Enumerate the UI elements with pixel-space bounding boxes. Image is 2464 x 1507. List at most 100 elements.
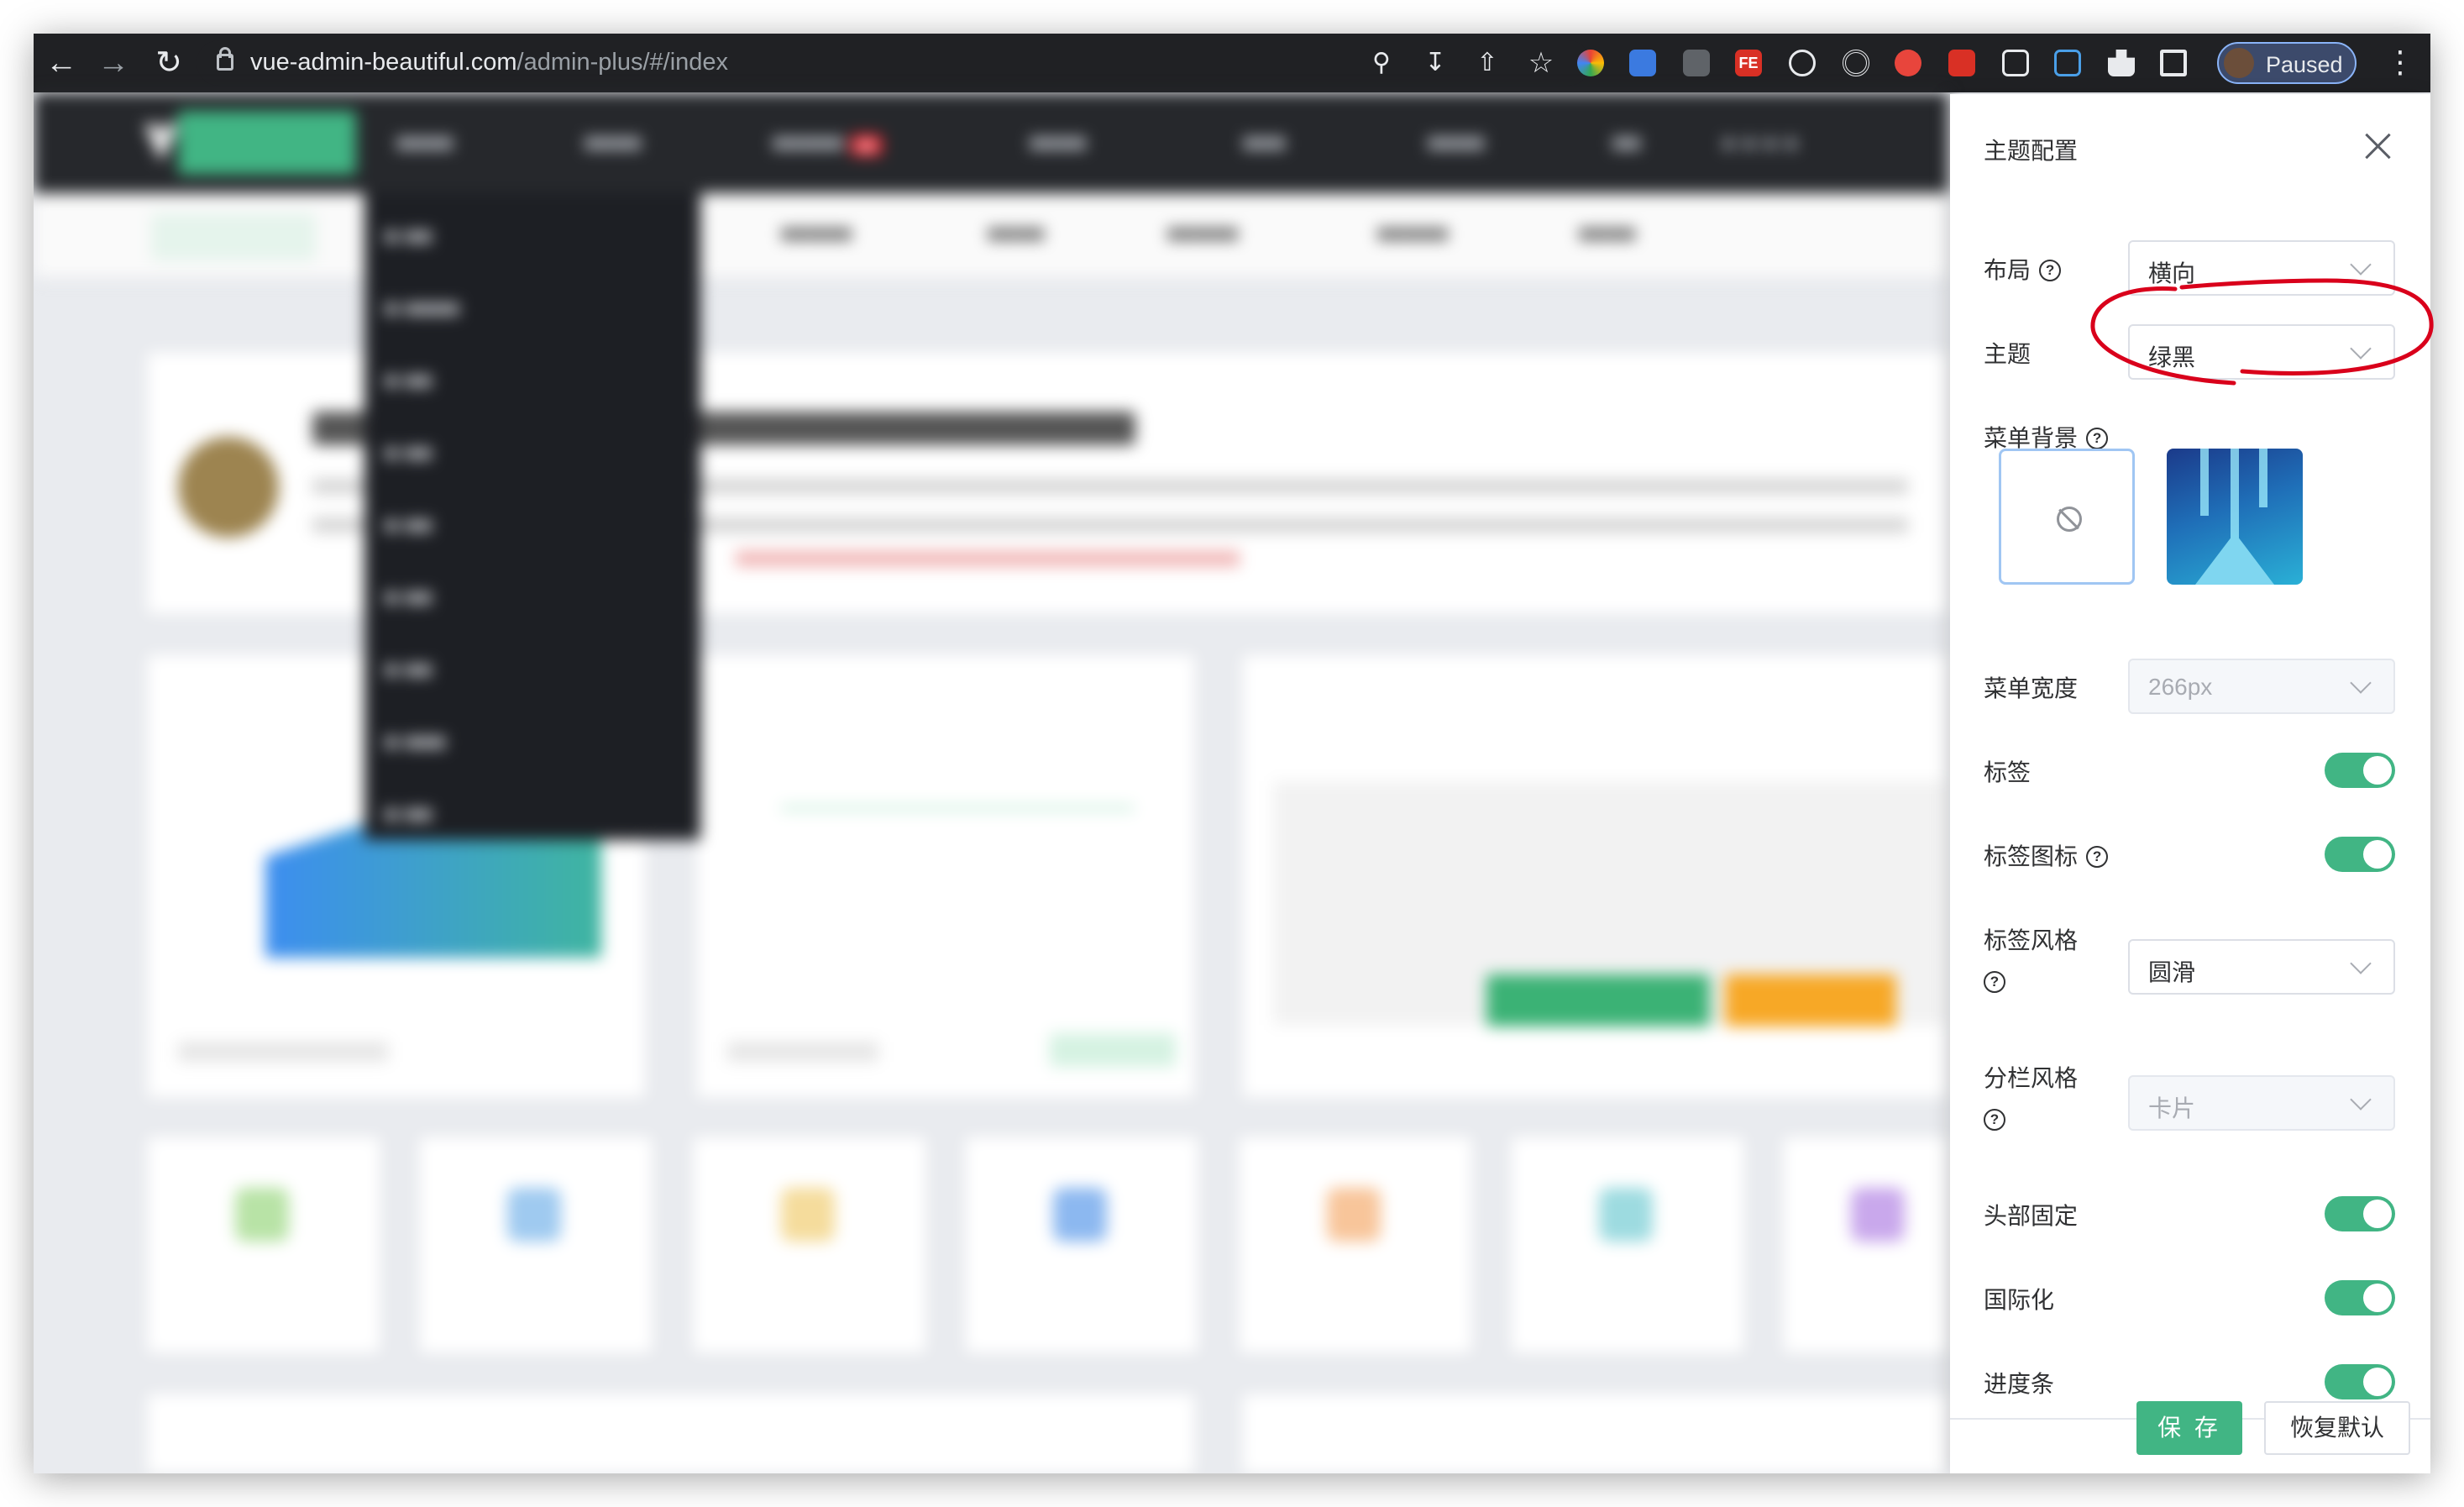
bookmark-star-icon[interactable]: ☆ bbox=[1520, 42, 1562, 84]
tab-icons-label: 标签图标? bbox=[1984, 838, 2109, 872]
map-card bbox=[148, 1394, 1194, 1473]
column-style-label-text: 分栏风格 bbox=[1984, 1065, 2079, 1091]
side-panel-icon[interactable] bbox=[2160, 50, 2187, 76]
fixed-header-label: 头部固定 bbox=[1984, 1203, 2079, 1229]
save-button[interactable]: 保 存 bbox=[2136, 1401, 2242, 1455]
nav-dropdown-menu: ■ ■■ ■ ■■■■ ■ ■■ ■ ■■ ■ ■■ ■ ■■ ■ ■■ ■ ■… bbox=[364, 193, 700, 840]
help-icon[interactable]: ? bbox=[2086, 427, 2109, 449]
blurred-app-background: ■■■■ ■■■■ ■■■■■ ■■ ■■■■ ■■■ ■■■■ ■■ ● ● ●… bbox=[34, 92, 1948, 1473]
extension-infinity-icon[interactable] bbox=[1895, 50, 1921, 76]
column-style-select: 卡片 bbox=[2128, 1075, 2395, 1131]
fixed-header-toggle[interactable] bbox=[2325, 1196, 2395, 1231]
extension-gray-icon[interactable] bbox=[1683, 50, 1710, 76]
chevron-down-icon bbox=[2350, 953, 2372, 974]
nav-item: ■■■■■ ■■ bbox=[773, 129, 883, 155]
extension-tv-icon[interactable] bbox=[2054, 50, 2081, 76]
reload-icon[interactable]: ↻ bbox=[148, 42, 190, 84]
tab: ■■■■■ bbox=[1377, 220, 1449, 246]
help-icon[interactable]: ? bbox=[1984, 1109, 2005, 1131]
toggle-knob bbox=[2363, 1368, 2392, 1396]
chevron-down-icon bbox=[2350, 672, 2372, 694]
menu-background-label-text: 菜单背景 bbox=[1984, 425, 2079, 451]
quick-card bbox=[1784, 1137, 1948, 1352]
toggle-knob bbox=[2363, 756, 2392, 785]
layout-label-text: 布局 bbox=[1984, 257, 2031, 283]
toggle-knob bbox=[2363, 1200, 2392, 1228]
annotation-circle bbox=[2090, 278, 2434, 386]
tab-icons-label-text: 标签图标 bbox=[1984, 843, 2079, 869]
chevron-down-icon bbox=[2350, 1089, 2372, 1111]
column-style-label: 分栏风格? bbox=[1984, 1060, 2078, 1132]
menu-background-image-option[interactable] bbox=[2167, 449, 2303, 585]
nav-home bbox=[178, 111, 356, 175]
reset-default-button[interactable]: 恢复默认 bbox=[2264, 1401, 2410, 1455]
extension-target-icon[interactable] bbox=[1843, 50, 1869, 76]
back-arrow-icon[interactable]: ← bbox=[40, 42, 82, 84]
quick-card bbox=[1240, 1137, 1471, 1352]
tab: ■■■■ bbox=[1579, 220, 1636, 246]
help-icon[interactable]: ? bbox=[2039, 259, 2062, 281]
tab-style-value: 圆滑 bbox=[2148, 959, 2196, 985]
profile-button[interactable]: Paused bbox=[2217, 42, 2357, 84]
url-text: vue-admin-beautiful.com/admin-plus/#/ind… bbox=[250, 49, 728, 76]
nav-item: ■■ bbox=[1612, 129, 1641, 155]
tab-style-label: 标签风格? bbox=[1984, 922, 2078, 995]
url-host: vue-admin-beautiful.com bbox=[250, 49, 517, 76]
url-path: /admin-plus/#/index bbox=[516, 49, 729, 76]
extension-glasses-icon[interactable] bbox=[2002, 50, 2029, 76]
forward-arrow-icon[interactable]: → bbox=[92, 42, 134, 84]
menu-width-value: 266px bbox=[2148, 674, 2213, 700]
quick-card bbox=[1512, 1137, 1743, 1352]
extensions-puzzle-icon[interactable] bbox=[2108, 50, 2135, 76]
theme-label: 主题 bbox=[1984, 341, 2031, 367]
nav-item: ■■■■ bbox=[1030, 129, 1087, 155]
column-style-value: 卡片 bbox=[2148, 1095, 2196, 1121]
tab-active bbox=[151, 213, 316, 260]
no-background-icon bbox=[2057, 507, 2082, 532]
nav-item: ■■■■ bbox=[585, 129, 642, 155]
menu-background-none-option[interactable] bbox=[1999, 449, 2135, 585]
extension-red-icon[interactable] bbox=[1948, 50, 1975, 76]
profile-status: Paused bbox=[2266, 52, 2343, 77]
menu-width-label: 菜单宽度 bbox=[1984, 675, 2079, 701]
install-icon[interactable]: ↧ bbox=[1414, 42, 1456, 84]
lock-icon bbox=[217, 47, 233, 71]
tabs-toggle[interactable] bbox=[2325, 753, 2395, 788]
react-devtools-icon[interactable] bbox=[1789, 50, 1816, 76]
info-card bbox=[1243, 655, 1948, 1097]
projects-card bbox=[1243, 1394, 1948, 1473]
extension-fe-icon[interactable]: FE bbox=[1735, 50, 1762, 76]
extension-color-icon[interactable] bbox=[1577, 50, 1604, 76]
toggle-knob bbox=[2363, 840, 2392, 869]
nav-item: ■■■■ bbox=[1428, 129, 1485, 155]
tabs-bar: ■■■■■ ■■■■ ■■■■■ ■■■■■ ■■■■ bbox=[34, 193, 1948, 279]
more-menu-icon[interactable]: ⋮ bbox=[2385, 45, 2415, 79]
quick-card bbox=[420, 1137, 652, 1352]
tab: ■■■■ bbox=[988, 220, 1045, 246]
quick-card bbox=[148, 1137, 380, 1352]
avatar bbox=[2224, 48, 2254, 78]
menu-width-select: 266px bbox=[2128, 659, 2395, 714]
tab-style-label-text: 标签风格 bbox=[1984, 927, 2079, 953]
authorization-card bbox=[697, 655, 1194, 1097]
tab-icons-toggle[interactable] bbox=[2325, 837, 2395, 872]
nav-item: ● ● ● ● bbox=[1722, 129, 1798, 155]
chevron-down-icon bbox=[2350, 254, 2372, 276]
i18n-label: 国际化 bbox=[1984, 1287, 2055, 1313]
progress-bar-toggle[interactable] bbox=[2325, 1364, 2395, 1399]
key-icon[interactable]: ⚲ bbox=[1360, 42, 1402, 84]
help-icon[interactable]: ? bbox=[1984, 971, 2005, 993]
progress-bar-label: 进度条 bbox=[1984, 1371, 2055, 1397]
tab: ■■■■■ bbox=[1167, 220, 1239, 246]
nav-item: ■■■ bbox=[1243, 129, 1286, 155]
extension-bird-icon[interactable] bbox=[1629, 50, 1656, 76]
tab: ■■■■■ bbox=[781, 220, 852, 246]
drawer-title: 主题配置 bbox=[1984, 138, 2079, 164]
layout-label: 布局? bbox=[1984, 252, 2062, 286]
share-icon[interactable]: ⇧ bbox=[1466, 42, 1508, 84]
tab-style-select[interactable]: 圆滑 bbox=[2128, 939, 2395, 995]
nav-item: ■■■■ bbox=[396, 129, 453, 155]
help-icon[interactable]: ? bbox=[2086, 845, 2109, 868]
i18n-toggle[interactable] bbox=[2325, 1280, 2395, 1315]
close-icon[interactable] bbox=[2357, 124, 2400, 168]
